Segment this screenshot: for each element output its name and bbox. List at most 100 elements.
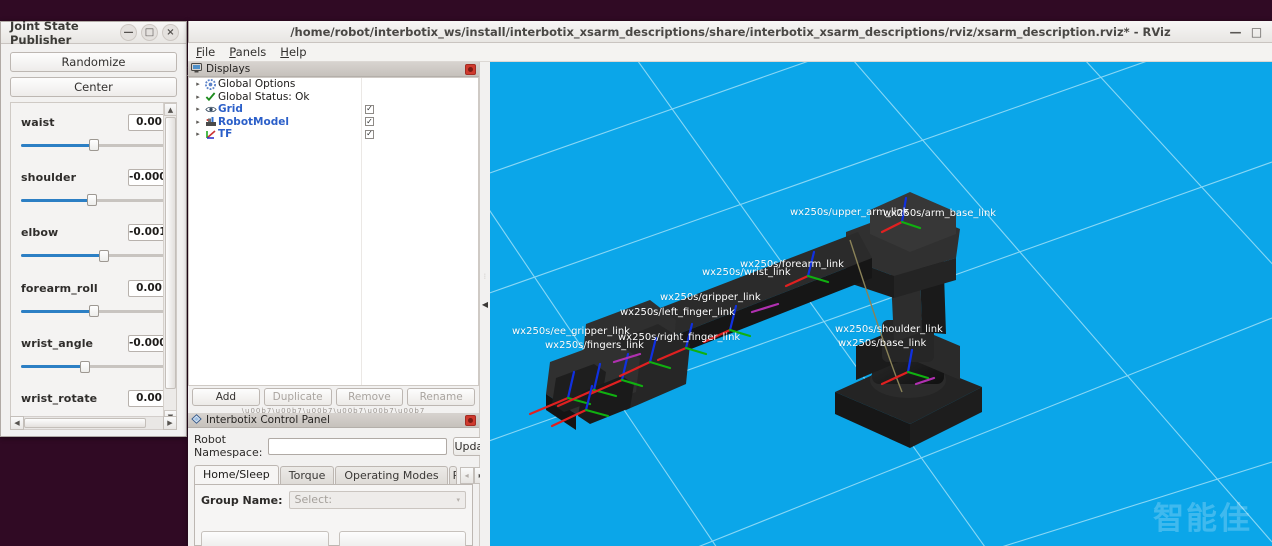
rename-button: Rename: [407, 388, 475, 406]
slider-fill: [21, 143, 94, 147]
menu-file-rest: ile: [201, 45, 216, 59]
display-item-grid[interactable]: ▸ Grid ✓: [189, 103, 478, 116]
scrollbar-thumb[interactable]: [165, 117, 176, 389]
joint-value-field[interactable]: -0.000: [128, 335, 167, 353]
group-name-label: Group Name:: [201, 493, 283, 507]
joint-slider-wrist_angle: wrist_angle -0.000: [21, 335, 167, 373]
watermark-text: 智能佳: [1153, 501, 1252, 537]
slider-fill: [21, 309, 94, 313]
scroll-up-icon[interactable]: ▲: [164, 103, 176, 116]
menu-file[interactable]: File: [196, 45, 215, 59]
tab-home-sleep[interactable]: Home/Sleep: [194, 465, 279, 484]
joint-value-field[interactable]: -0.000: [128, 168, 167, 186]
rviz-window[interactable]: /home/robot/interbotix_ws/install/interb…: [188, 21, 1272, 546]
slider-knob[interactable]: [87, 194, 98, 207]
rviz-titlebar[interactable]: /home/robot/interbotix_ws/install/interb…: [188, 21, 1272, 43]
jsp-horizontal-scrollbar[interactable]: ◀ ▶: [10, 416, 177, 430]
joint-header: wrist_angle -0.000: [21, 335, 167, 353]
close-icon[interactable]: [465, 64, 476, 75]
joint-value-field[interactable]: 0.00: [128, 279, 166, 297]
tab-torque[interactable]: Torque: [279, 466, 335, 484]
jsp-vertical-scrollbar[interactable]: ▲ ▼: [163, 103, 176, 423]
joint-label: waist: [21, 115, 55, 129]
expand-triangle-icon[interactable]: ▸: [193, 105, 203, 113]
slider-fill: [21, 254, 104, 258]
randomize-button[interactable]: Randomize: [10, 52, 177, 72]
maximize-icon[interactable]: □: [141, 24, 158, 41]
control-panel-header: Interbotix Control Panel: [188, 413, 479, 428]
hscroll-track[interactable]: [24, 416, 163, 430]
sleep-button[interactable]: [338, 531, 466, 546]
dock-viewport-splitter[interactable]: ⋮ ◀: [480, 62, 490, 546]
display-item-robotmodel[interactable]: ▸ RobotModel ✓: [189, 116, 478, 129]
joint-slider-waist: waist 0.00: [21, 113, 166, 151]
close-icon[interactable]: [465, 415, 476, 426]
minimize-icon[interactable]: —: [1227, 23, 1244, 40]
control-panel-title: Interbotix Control Panel: [206, 414, 330, 426]
display-item-checkbox[interactable]: ✓: [365, 117, 374, 127]
rviz-content: Displays ▸ Global Options ▸ Global Status: …: [188, 62, 1272, 546]
slider-knob[interactable]: [88, 305, 99, 318]
hscroll-left-icon[interactable]: ◀: [10, 416, 24, 430]
expand-triangle-icon[interactable]: ▸: [193, 118, 203, 126]
tab-scroll-left-icon[interactable]: ◂: [459, 467, 474, 484]
joint-header: elbow -0.001: [21, 224, 167, 242]
namespace-row: Robot Namespace: Update: [188, 428, 496, 462]
slider-knob[interactable]: [98, 249, 109, 262]
menu-help[interactable]: Help: [280, 45, 306, 59]
menu-help-rest: elp: [288, 45, 307, 59]
maximize-icon[interactable]: □: [1248, 23, 1265, 40]
add-button[interactable]: Add: [192, 388, 260, 406]
display-item-label: RobotModel: [218, 115, 289, 128]
jsp-titlebar[interactable]: Joint State Publisher — □ ×: [1, 18, 186, 47]
joint-value-field[interactable]: 0.00: [128, 113, 166, 131]
tab-operating-modes[interactable]: Operating Modes: [335, 466, 448, 484]
center-button[interactable]: Center: [10, 77, 177, 97]
rviz-3d-viewport[interactable]: wx250s/ee_gripper_link wx250s/fingers_lin…: [490, 62, 1272, 546]
minimize-icon[interactable]: —: [120, 24, 137, 41]
joint-slider-forearm_roll: forearm_roll 0.00: [21, 279, 166, 318]
joint-value-field[interactable]: 0.00: [128, 390, 166, 408]
control-panel-tabs-wrap: Home/SleepTorqueOperating ModesR◂▸ Group…: [194, 465, 488, 546]
rviz-title: /home/robot/interbotix_ws/install/interb…: [290, 24, 1171, 39]
grid-eye-icon: [203, 105, 218, 114]
tab-r[interactable]: R: [448, 466, 457, 484]
display-item-checkbox[interactable]: ✓: [365, 129, 374, 139]
splitter-grip-dots: ⋮: [482, 272, 488, 280]
jsp-title: Joint State Publisher: [10, 18, 79, 47]
tf-label: wx250s/shoulder_link: [835, 324, 943, 335]
close-icon[interactable]: ×: [162, 24, 179, 41]
hscroll-right-icon[interactable]: ▶: [163, 416, 177, 430]
joint-slider-track[interactable]: [21, 139, 166, 151]
group-name-select[interactable]: Select: ▾: [288, 491, 466, 509]
display-item-checkbox[interactable]: ✓: [365, 104, 374, 114]
slider-knob[interactable]: [88, 139, 99, 151]
joint-slider-track[interactable]: [21, 305, 166, 318]
robot-icon: [203, 116, 218, 127]
expand-triangle-icon[interactable]: ▸: [193, 80, 203, 88]
joint-slider-track[interactable]: [21, 249, 166, 262]
collapse-dock-icon[interactable]: ◀: [482, 300, 488, 309]
remove-button: Remove: [335, 388, 404, 406]
joint-slider-track[interactable]: [21, 194, 166, 207]
menu-panels[interactable]: Panels: [229, 45, 266, 59]
menu-panels-rest: anels: [235, 45, 267, 59]
display-item-label: Global Options: [218, 78, 296, 91]
display-item-tf[interactable]: ▸ TF ✓: [189, 128, 478, 141]
hscroll-thumb[interactable]: [24, 418, 147, 428]
expand-triangle-icon[interactable]: ▸: [193, 93, 203, 101]
display-item-global-options[interactable]: ▸ Global Options: [189, 78, 478, 91]
displays-tree[interactable]: ▸ Global Options ▸ Global Status: Ok ▸ Grid ✓ ▸…: [188, 77, 479, 386]
joint-state-publisher-window[interactable]: Joint State Publisher — □ × Randomize Ce…: [0, 18, 187, 437]
joint-value-field[interactable]: -0.001: [128, 224, 167, 242]
diamond-icon: [191, 413, 202, 427]
chevron-down-icon: ▾: [456, 496, 460, 504]
home-button[interactable]: [201, 531, 329, 546]
joint-label: elbow: [21, 226, 59, 240]
slider-knob[interactable]: [79, 360, 90, 373]
rviz-menubar: File Panels Help: [188, 43, 1272, 62]
display-item-global-status-ok[interactable]: ▸ Global Status: Ok: [189, 91, 478, 104]
joint-slider-track[interactable]: [21, 360, 166, 373]
robot-namespace-input[interactable]: [268, 437, 448, 455]
expand-triangle-icon[interactable]: ▸: [193, 130, 203, 138]
